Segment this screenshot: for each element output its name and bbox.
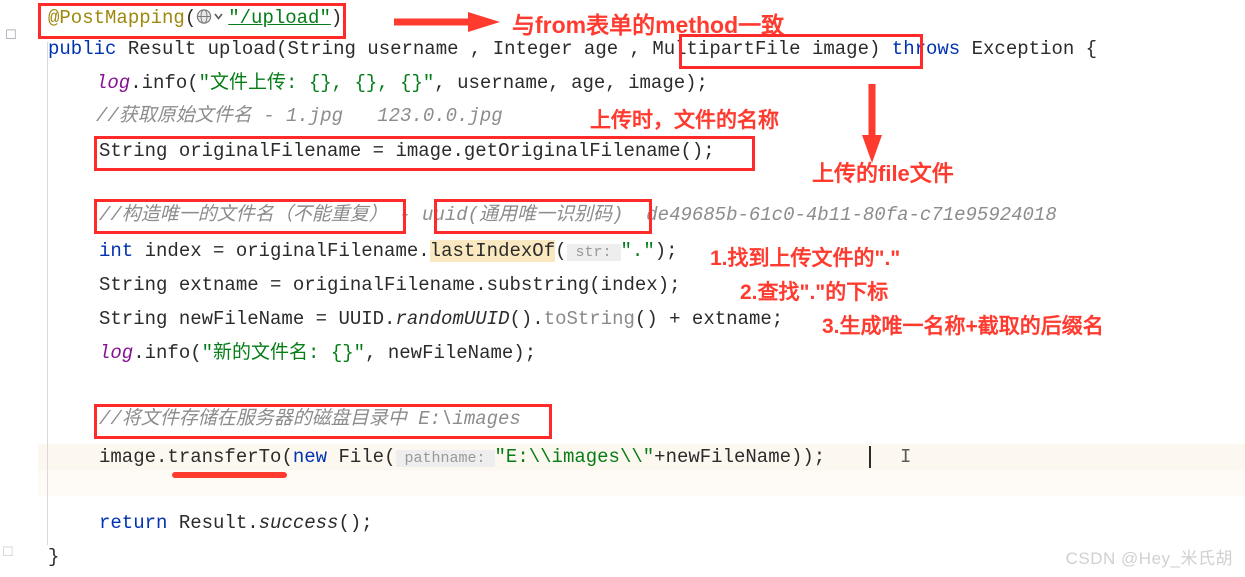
log-info-2-args: , newFileName); (365, 342, 537, 364)
method-lastindexof: lastIndexOf (429, 240, 556, 262)
code-line-log-info-2[interactable]: log.info("新的文件名: {}", newFileName); (99, 342, 536, 364)
comment-original-name: //获取原始文件名 (96, 105, 252, 127)
extname-statement: String extname = originalFilename.substr… (99, 274, 681, 296)
newfilename-tail: () + extname; (634, 308, 784, 330)
comment-store-to-disk: //将文件存储在服务器的磁盘目录中 (99, 408, 407, 430)
close-paren: ) (330, 7, 343, 29)
csdn-watermark: CSDN @Hey_米氏胡 (1065, 549, 1233, 568)
code-line-log-info-1[interactable]: log.info("文件上传: {}, {}, {}", username, a… (96, 72, 708, 94)
code-line-original-filename[interactable]: String originalFilename = image.getOrigi… (99, 140, 715, 162)
code-line-comment-uuid[interactable]: //构造唯一的文件名（不能重复） - uuid(通用唯一识别码) de49685… (99, 204, 1057, 226)
keyword-int: int (99, 240, 134, 262)
text-caret (869, 446, 871, 468)
right-arrow-icon (394, 12, 500, 32)
globe-icon[interactable] (196, 8, 228, 25)
return-tail: (); (338, 512, 373, 534)
keyword-new: new (292, 446, 328, 468)
method-tostring: toString (543, 308, 635, 330)
transfer-open-paren: ( (281, 446, 293, 468)
param-hint-str: str: (566, 244, 621, 261)
annotation-method-consistent: 与from表单的method一致 (512, 12, 785, 38)
return-type-result: Result (127, 38, 208, 60)
indent-guide (47, 42, 48, 545)
annotation-token: @PostMapping (48, 7, 185, 29)
exception-token: Exception { (971, 38, 1098, 60)
editor-gutter[interactable]: ☐ ☐ (0, 0, 38, 577)
param-multipartfile-image: MultipartFile image (652, 38, 869, 60)
down-arrow-icon (862, 84, 882, 163)
comment-store-path: E:\images (406, 408, 521, 430)
log-info-2-format-string: "新的文件名: {}" (201, 342, 366, 364)
result-class: Result. (167, 512, 259, 534)
close-brace-token: } (48, 546, 60, 568)
code-line-comment-store[interactable]: //将文件存储在服务器的磁盘目录中 E:\images (99, 408, 521, 430)
method-success: success (258, 512, 339, 534)
annotation-step-2: 2.查找"."的下标 (740, 281, 889, 304)
transfer-receiver: image. (99, 446, 168, 468)
comment-uuid-sample (623, 204, 646, 226)
code-line-extname[interactable]: String extname = originalFilename.substr… (99, 274, 681, 296)
annotation-filename-on-upload: 上传时，文件的名称 (590, 109, 779, 132)
newfilename-mid: (). (509, 308, 544, 330)
transfer-tail: +newFileName)); (654, 446, 826, 468)
code-line-postmapping[interactable]: @PostMapping( "/upload") (48, 6, 342, 29)
fold-gutter-icon[interactable]: ☐ (2, 545, 16, 559)
log-info-call: .info( (130, 72, 199, 94)
log-field: log (96, 72, 131, 94)
comment-original-name-examples: - 1.jpg 123.0.0.jpg (251, 105, 503, 127)
index-open-paren: ( (555, 240, 567, 262)
annotation-step-1: 1.找到上传文件的"." (710, 247, 901, 270)
code-line-newfilename[interactable]: String newFileName = UUID.randomUUID().t… (99, 308, 783, 330)
keyword-return: return (99, 512, 168, 534)
uuid-example-value: de49685b-61c0-4b11-80fa-c71e95924018 (646, 204, 1057, 226)
annotation-uploaded-file: 上传的file文件 (812, 161, 954, 186)
param-hint-pathname: pathname: (395, 450, 495, 467)
keyword-throws: throws (891, 38, 972, 60)
code-line-index[interactable]: int index = originalFilename.lastIndexOf… (99, 240, 678, 264)
code-line-transferto[interactable]: image.transferTo(new File( pathname: "E:… (99, 446, 825, 470)
red-underline-transferto (172, 472, 287, 478)
open-paren: ( (184, 7, 197, 29)
comment-dash: - (387, 204, 423, 226)
code-line-return[interactable]: return Result.success(); (99, 512, 373, 534)
newfilename-head: String newFileName = UUID. (99, 308, 396, 330)
method-transferto: transferTo (167, 446, 282, 468)
method-name-upload: upload (207, 38, 277, 60)
index-assign: index = originalFilename. (133, 240, 430, 262)
original-filename-statement: String originalFilename = image.getOrigi… (99, 140, 715, 162)
dot-string-literal: "." (620, 240, 655, 262)
upload-path-string[interactable]: "/upload" (228, 7, 331, 29)
annotation-gutter-icon[interactable]: ☐ (4, 28, 18, 42)
keyword-public: public (48, 38, 128, 60)
code-editor-screenshot: ☐ ☐ @PostMapping("/upload") public Resul… (0, 0, 1245, 577)
method-randomuuid: randomUUID (395, 308, 510, 330)
log-info-args: , username, age, image); (434, 72, 708, 94)
index-tail: ); (654, 240, 678, 262)
comment-unique-filename: //构造唯一的文件名（不能重复） (99, 204, 388, 226)
method-params-head: (String username , Integer age , (276, 38, 653, 60)
code-line-comment-original-name[interactable]: //获取原始文件名 - 1.jpg 123.0.0.jpg (96, 105, 503, 127)
log-field-2: log (99, 342, 134, 364)
class-file: File( (327, 446, 396, 468)
log-info-2-call: .info( (133, 342, 202, 364)
mouse-ibeam-cursor: I (900, 446, 912, 468)
annotation-step-3: 3.生成唯一名称+截取的后缀名 (822, 315, 1104, 338)
comment-uuid-label: uuid(通用唯一识别码) (422, 204, 624, 226)
code-line-close-brace[interactable]: } (48, 546, 59, 568)
log-info-format-string: "文件上传: {}, {}, {}" (198, 72, 435, 94)
method-params-tail: ) (868, 38, 892, 60)
path-string-literal: "E:\\images\\" (494, 446, 655, 468)
code-line-method-signature[interactable]: public Result upload(String username , I… (48, 38, 1097, 60)
